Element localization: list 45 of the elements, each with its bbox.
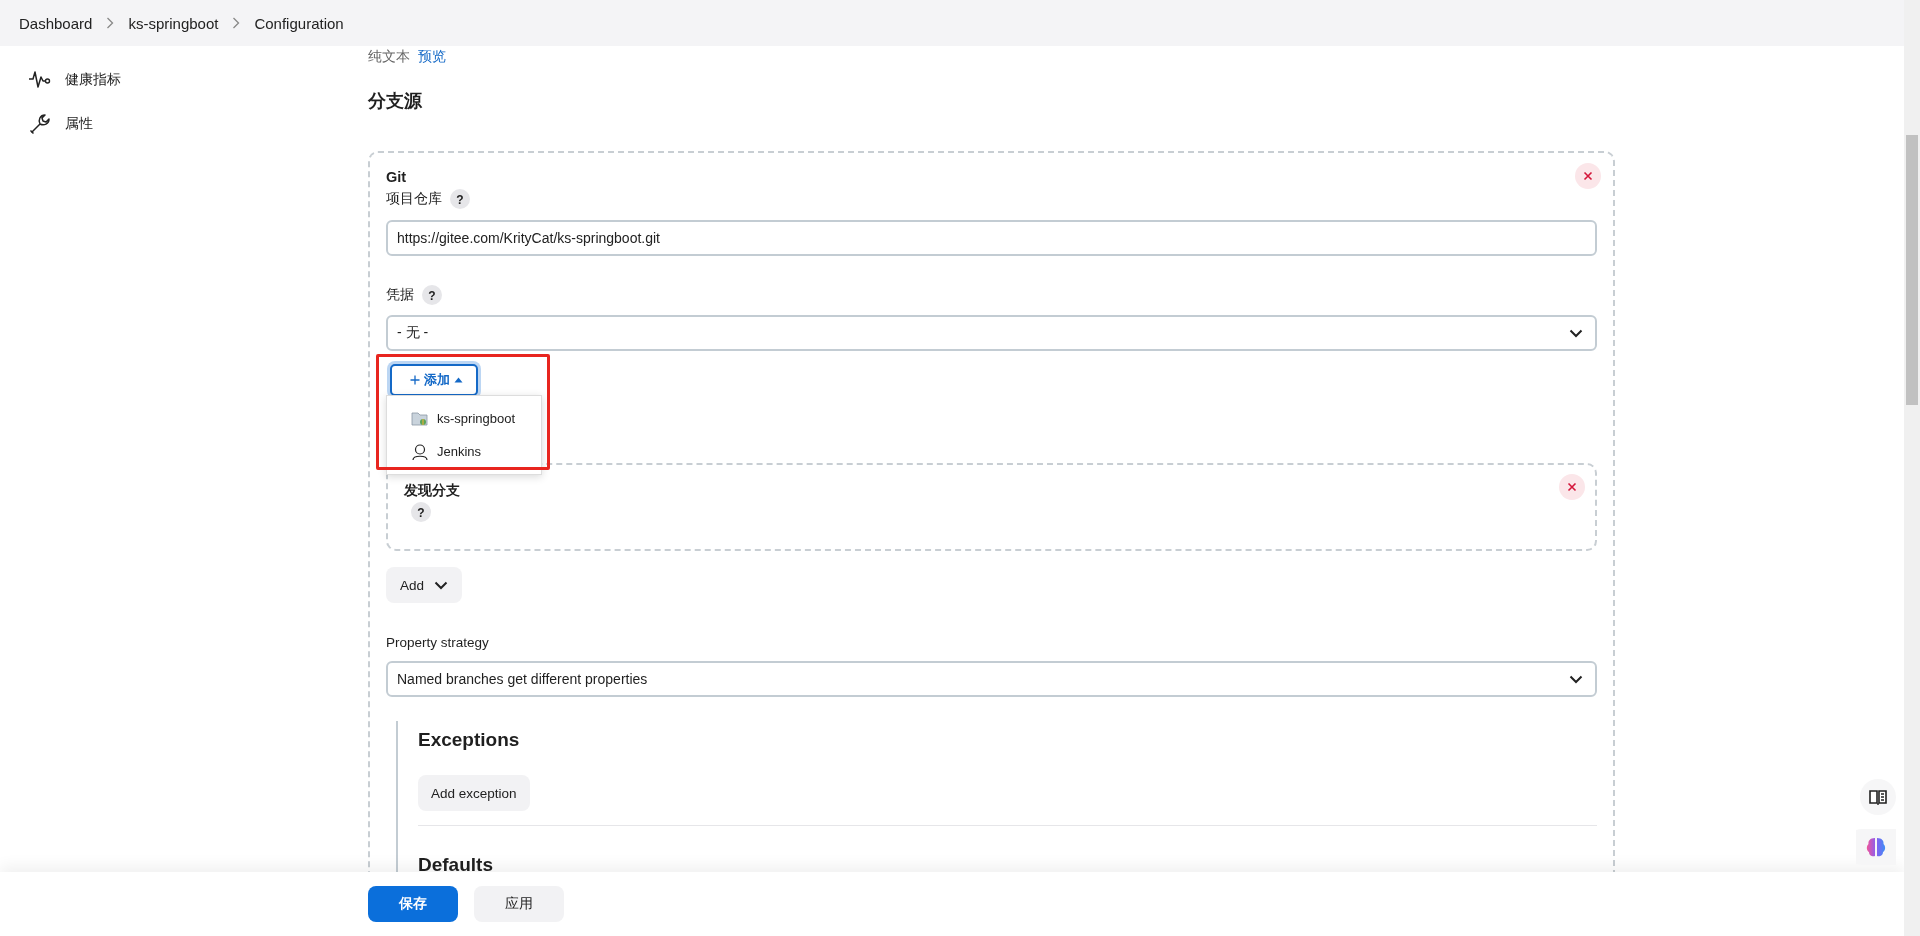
- chevron-right-icon: [232, 17, 241, 29]
- panel-title: Git: [386, 168, 407, 187]
- scroll-thumb[interactable]: [1906, 135, 1918, 405]
- chevron-down-icon: [434, 580, 449, 590]
- chevron-down-icon: [1569, 674, 1583, 684]
- field-label: 凭据: [386, 286, 414, 304]
- caret-icon: [454, 377, 463, 383]
- behavior-title: 发现分支: [404, 481, 460, 500]
- apply-button[interactable]: 应用: [474, 886, 564, 922]
- book-icon[interactable]: [1860, 779, 1896, 815]
- add-credentials-button[interactable]: 添加: [390, 364, 478, 396]
- field-label: Property strategy: [386, 634, 489, 652]
- add-exception-button[interactable]: Add exception: [418, 775, 530, 811]
- add-behavior-button[interactable]: Add: [386, 567, 463, 603]
- sidebar-item[interactable]: 属性: [0, 112, 93, 135]
- brain-icon[interactable]: [1856, 829, 1896, 865]
- close-icon[interactable]: [1575, 163, 1601, 189]
- chevron-down-icon: [1569, 328, 1583, 338]
- menu-item[interactable]: ks-springboot: [387, 402, 541, 435]
- exceptions-heading: Exceptions: [418, 728, 520, 752]
- close-icon[interactable]: [1559, 474, 1585, 500]
- plain-text-link[interactable]: 纯文本: [368, 48, 410, 66]
- sidebar-item[interactable]: 健康指标: [0, 68, 121, 91]
- help-icon[interactable]: ?: [411, 502, 431, 522]
- chevron-right-icon: [106, 17, 115, 29]
- section-title: 分支源: [368, 90, 422, 113]
- breadcrumb-link[interactable]: Configuration: [254, 14, 344, 32]
- breadcrumb-link[interactable]: Dashboard: [19, 14, 93, 32]
- scrollbar[interactable]: [1904, 0, 1920, 936]
- repository-url-field[interactable]: https://gitee.com/KrityCat/ks-springboot.git: [386, 220, 1597, 256]
- help-icon[interactable]: ?: [450, 189, 470, 209]
- folder-icon: [411, 409, 429, 428]
- pulse-icon: [28, 68, 51, 91]
- property-strategy-select[interactable]: Named branches get different properties: [386, 661, 1597, 697]
- defaults-heading: Defaults: [418, 853, 493, 877]
- wrench-icon: [28, 112, 51, 135]
- help-icon[interactable]: ?: [422, 285, 442, 305]
- breadcrumb-link[interactable]: ks-springboot: [128, 14, 219, 32]
- person-icon: [411, 442, 429, 461]
- plus-icon: [410, 375, 420, 385]
- menu-item[interactable]: Jenkins: [387, 435, 541, 468]
- field-label: 项目仓库: [386, 190, 442, 208]
- preview-link[interactable]: 预览: [418, 48, 446, 66]
- save-button[interactable]: 保存: [368, 886, 458, 922]
- credentials-select[interactable]: - 无 -: [386, 315, 1597, 351]
